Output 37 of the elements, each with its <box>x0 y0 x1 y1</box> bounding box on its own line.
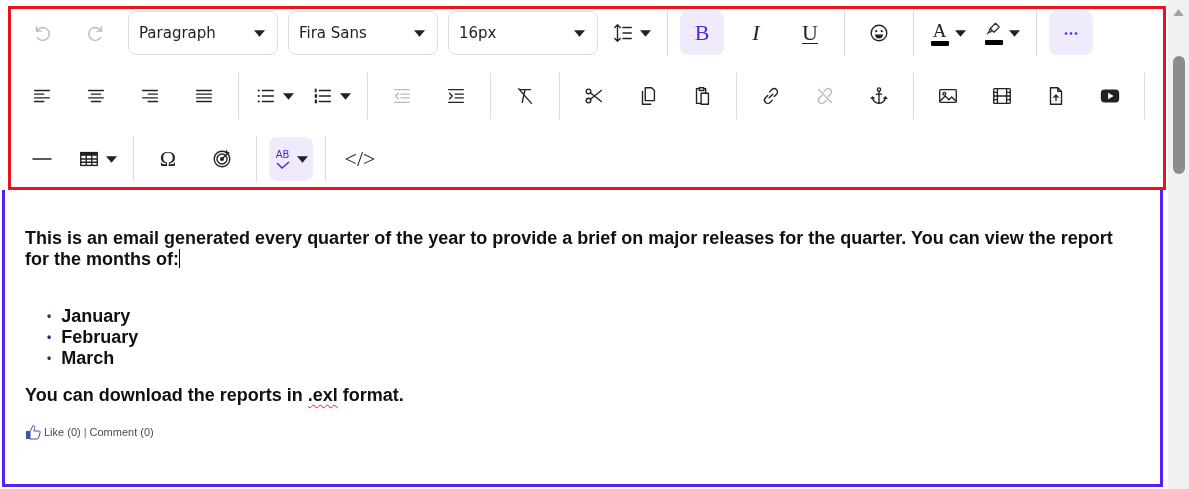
spellcheck-button[interactable]: AB <box>269 137 313 181</box>
source-code-button[interactable]: </> <box>338 137 382 181</box>
bold-button[interactable]: B <box>680 11 724 55</box>
caret-icon <box>106 155 117 163</box>
scrollbar[interactable] <box>1168 0 1189 489</box>
like-link[interactable]: Like (0) <box>44 425 81 439</box>
dropdown-select[interactable]: 16px <box>448 11 598 55</box>
paragraph: You can download the reports in .exl format. <box>25 385 405 406</box>
caret-icon <box>1008 29 1020 37</box>
caret-icon <box>254 29 265 37</box>
text-cursor <box>179 249 180 268</box>
bullet: • <box>47 308 52 325</box>
bullet: • <box>47 329 52 346</box>
caret-icon <box>414 29 425 37</box>
special-character-button[interactable]: Ω <box>146 137 190 181</box>
color-swatch <box>984 40 1003 45</box>
dropdown-select[interactable]: Fira Sans <box>288 11 438 55</box>
editor-area[interactable] <box>2 190 1163 487</box>
comment-link[interactable]: Comment (0) <box>89 425 154 439</box>
caret-icon <box>296 155 308 163</box>
bullet: • <box>47 350 52 367</box>
caret-icon <box>340 92 351 100</box>
list-item: February <box>61 327 139 348</box>
text-color-button[interactable]: A <box>926 11 970 55</box>
list-item: March <box>61 348 115 369</box>
thumbs-up-icon[interactable] <box>25 424 41 440</box>
dropdown-select[interactable]: Paragraph <box>128 11 278 55</box>
paragraph: This is an email generated every quarter of the year to provide a brief on major releases for the quarter. You can view the report for the months of: <box>25 228 1114 270</box>
underline-button[interactable]: U <box>788 11 832 55</box>
italic-button[interactable]: I <box>734 11 778 55</box>
caret-icon <box>640 29 651 37</box>
caret-icon <box>954 29 966 37</box>
caret-icon <box>283 92 294 100</box>
scrollbar-thumb[interactable] <box>1172 56 1185 174</box>
list-item: January <box>61 306 131 327</box>
caret-icon <box>574 29 585 37</box>
separator-text: | <box>83 425 87 439</box>
